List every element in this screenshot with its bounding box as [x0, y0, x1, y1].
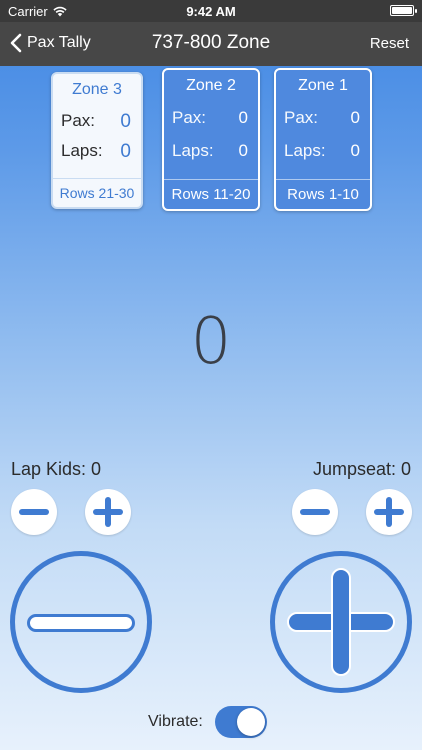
laps-value: 0	[238, 141, 248, 160]
jumpseat-increment-button[interactable]	[366, 489, 412, 535]
zone-rows-label: Rows 21-30	[53, 178, 141, 201]
minus-icon	[300, 509, 330, 515]
zone-card-3[interactable]: Zone 3 Pax: 0 Laps: 0 Rows 21-30	[51, 72, 143, 209]
page-title: 737-800 Zone	[151, 32, 271, 53]
navigation-bar: Pax Tally 737-800 Zone Reset	[0, 22, 422, 66]
zone-rows-label: Rows 11-20	[164, 179, 258, 203]
pax-decrement-button[interactable]	[10, 551, 152, 693]
zone-laps-row: Laps: 0	[284, 141, 360, 161]
zone-pax-row: Pax: 0	[61, 111, 131, 133]
lap-kids-label: Lap Kids: 0	[11, 459, 102, 479]
vibrate-label: Vibrate:	[148, 713, 203, 730]
zone-title: Zone 2	[186, 77, 236, 94]
jumpseat-decrement-button[interactable]	[292, 489, 338, 535]
laps-label: Laps:	[284, 141, 326, 160]
zone-card-1[interactable]: Zone 1 Pax: 0 Laps: 0 Rows 1-10	[274, 68, 372, 211]
reset-button[interactable]: Reset	[370, 35, 409, 52]
vibrate-setting: Vibrate:	[148, 706, 267, 738]
zone-title: Zone 3	[72, 81, 122, 98]
zone-laps-row: Laps: 0	[172, 141, 248, 161]
pax-label: Pax:	[61, 111, 96, 130]
minus-icon	[19, 509, 49, 515]
zone-laps-row: Laps: 0	[61, 141, 131, 163]
zone-rows-label: Rows 1-10	[276, 179, 370, 203]
status-bar: Carrier 9:42 AM	[0, 0, 422, 22]
toggle-knob	[236, 708, 265, 736]
zone-pax-row: Pax: 0	[284, 108, 360, 128]
pax-value: 0	[238, 108, 248, 127]
pax-increment-button[interactable]	[270, 551, 412, 693]
pax-label: Pax:	[172, 108, 207, 127]
lap-kids-decrement-button[interactable]	[11, 489, 57, 535]
vibrate-toggle[interactable]	[214, 706, 267, 738]
battery-icon	[390, 5, 417, 16]
minus-icon	[27, 614, 135, 632]
zone-title: Zone 1	[298, 77, 348, 94]
laps-label: Laps:	[61, 141, 103, 160]
laps-value: 0	[120, 141, 131, 162]
pax-label: Pax:	[284, 108, 319, 127]
jumpseat-label: Jumpseat: 0	[312, 459, 411, 479]
zone-card-2[interactable]: Zone 2 Pax: 0 Laps: 0 Rows 11-20	[162, 68, 260, 211]
lap-kids-increment-button[interactable]	[85, 489, 131, 535]
laps-value: 0	[350, 141, 360, 160]
pax-value: 0	[120, 111, 131, 132]
laps-label: Laps:	[172, 141, 214, 160]
main-pax-count: 0	[190, 305, 232, 379]
zone-pax-row: Pax: 0	[172, 108, 248, 128]
pax-value: 0	[350, 108, 360, 127]
status-time: 9:42 AM	[186, 4, 236, 19]
